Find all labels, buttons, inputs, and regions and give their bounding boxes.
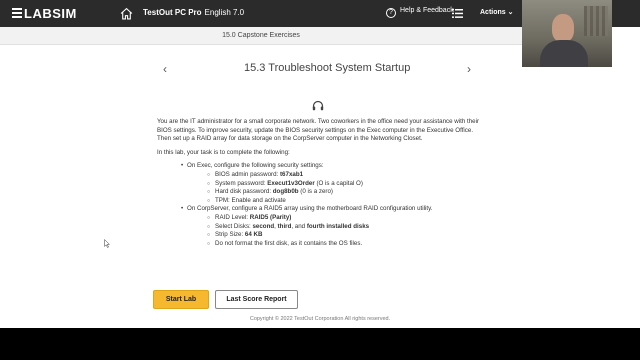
help-icon: ? xyxy=(386,8,396,18)
headphones-icon[interactable] xyxy=(312,100,324,111)
system-password-value: Execut1v3Order xyxy=(267,179,315,187)
strip-size-value: 64 KB xyxy=(244,231,263,239)
select-disks-item: Select Disks: second, third, and fourth … xyxy=(207,223,487,232)
raid-level-value: RAID5 (Parity) xyxy=(249,213,292,221)
mouse-cursor-icon xyxy=(104,239,110,248)
task-lead: In this lab, your task is to complete th… xyxy=(157,148,290,156)
chevron-down-icon: ⌄ xyxy=(507,9,514,16)
lesson-title: 15.3 Troubleshoot System Startup xyxy=(244,62,411,74)
logo-mark-icon xyxy=(12,8,22,19)
hdd-password-item: Hard disk password: dog8b0b (0 is a zero… xyxy=(207,188,487,197)
help-feedback-button[interactable]: ? Help & Feedback xyxy=(386,7,454,18)
actions-menu[interactable]: Actions ⌄ xyxy=(480,8,514,16)
task-exec: On Exec, configure the following securit… xyxy=(181,162,487,206)
help-label: Help & Feedback xyxy=(400,7,454,14)
product-title: TestOut PC Pro English 7.0 xyxy=(143,8,244,17)
next-arrow-icon[interactable]: › xyxy=(467,62,471,76)
lab-instructions: You are the IT administrator for a small… xyxy=(157,118,487,248)
tpm-item: TPM: Enable and activate xyxy=(207,197,487,206)
start-lab-button[interactable]: Start Lab xyxy=(153,290,209,309)
actions-label: Actions xyxy=(480,9,506,16)
product-name: TestOut PC Pro xyxy=(143,8,202,17)
breadcrumb: 15.0 Capstone Exercises xyxy=(0,27,522,45)
strip-size-item: Strip Size: 64 KB xyxy=(207,231,487,240)
logo-text: LABSIM xyxy=(24,6,77,21)
hdd-password-value: dog8b0b xyxy=(272,188,299,196)
list-menu-icon[interactable] xyxy=(452,8,463,19)
labsim-logo[interactable]: LABSIM xyxy=(12,6,77,21)
task-exec-label: On Exec, configure the following securit… xyxy=(187,162,324,170)
home-icon[interactable] xyxy=(120,7,133,20)
system-password-item: System password: Execut1v3Order (O is a … xyxy=(207,179,487,189)
app-window: LABSIM TestOut PC Pro English 7.0 ? Help &… xyxy=(0,0,640,328)
previous-arrow-icon[interactable]: ‹ xyxy=(163,62,167,76)
raid-level-item: RAID Level: RAID5 (Parity) xyxy=(207,213,487,223)
task-corpserver: On CorpServer, configure a RAID5 array u… xyxy=(181,205,487,249)
language-version: English 7.0 xyxy=(204,8,245,17)
intro-paragraph: You are the IT administrator for a small… xyxy=(157,118,480,143)
copyright-footer: Copyright © 2022 TestOut Corporation All… xyxy=(249,316,391,322)
task-list: On Exec, configure the following securit… xyxy=(181,162,487,249)
bios-password-item: BIOS admin password: t67xab1 xyxy=(207,170,487,180)
bios-password-value: t67xab1 xyxy=(280,170,304,178)
task-corp-label: On CorpServer, configure a RAID5 array u… xyxy=(187,205,433,213)
webcam-overlay xyxy=(522,0,612,67)
no-format-item: Do not format the first disk, as it cont… xyxy=(207,240,487,249)
last-score-report-button[interactable]: Last Score Report xyxy=(215,290,298,309)
